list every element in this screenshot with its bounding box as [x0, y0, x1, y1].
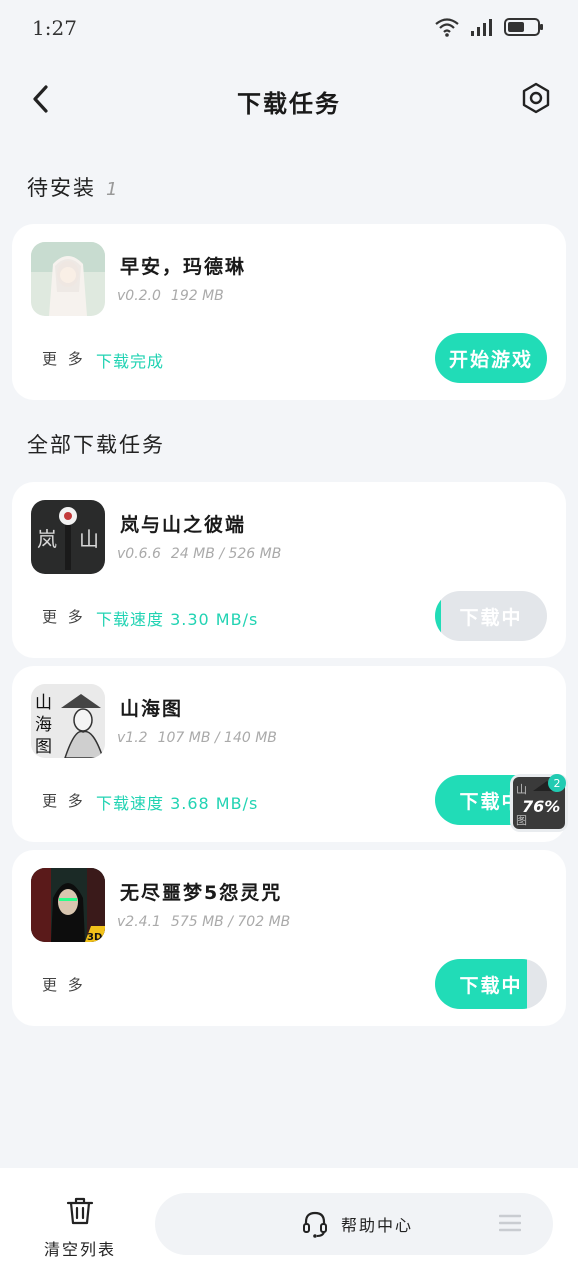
more-link[interactable]: 更 多 — [42, 974, 86, 995]
more-link[interactable]: 更 多 — [42, 790, 86, 811]
app-icon-shan-hai-tu: 山 海 图 — [31, 684, 105, 758]
help-center-content: 帮助中心 — [301, 1210, 413, 1238]
app-meta: v1.2 107 MB / 140 MB — [117, 730, 277, 746]
downloading-button[interactable]: 下载中 — [435, 959, 547, 1009]
settings-hexagon-icon — [522, 82, 550, 114]
svg-text:3D: 3D — [87, 932, 102, 942]
download-card[interactable]: 3D 无尽噩梦5怨灵咒 v2.4.1 575 MB / 702 MB 更 多 下载… — [12, 850, 566, 1026]
svg-text:山: 山 — [35, 693, 52, 713]
download-speed: 下载速度 3.30 MB/s — [96, 610, 259, 629]
app-version: v2.4.1 — [117, 914, 161, 930]
bottom-bar: 清空列表 帮助中心 — [0, 1168, 578, 1280]
downloading-label: 下载中 — [459, 974, 523, 997]
more-link[interactable]: 更 多 — [42, 606, 86, 627]
app-size: 24 MB / 526 MB — [170, 546, 282, 562]
help-center-label: 帮助中心 — [341, 1216, 414, 1235]
downloading-label: 下载中 — [459, 606, 523, 629]
wifi-icon — [435, 18, 459, 37]
download-speed: 下载速度 3.68 MB/s — [96, 794, 259, 813]
svg-text:图: 图 — [35, 737, 52, 757]
headset-icon — [303, 1211, 327, 1238]
downloading-button[interactable]: 下载中 — [435, 591, 547, 641]
svg-text:山: 山 — [79, 527, 99, 551]
signal-icon — [471, 19, 492, 36]
floating-download-widget[interactable]: 山 图 76% 2 — [510, 774, 568, 832]
app-meta: v0.6.6 24 MB / 526 MB — [117, 546, 281, 562]
pending-section-title: 待安装 1 — [27, 172, 119, 202]
pending-section-label: 待安装 — [27, 176, 96, 200]
app-size: 107 MB / 140 MB — [157, 730, 277, 746]
app-icon-madeline — [31, 242, 105, 316]
status-time: 1:27 — [32, 16, 77, 40]
all-section-title: 全部下载任务 — [27, 433, 165, 457]
app-size: 575 MB / 702 MB — [170, 914, 291, 930]
menu-icon[interactable] — [499, 1213, 521, 1233]
more-link[interactable]: 更 多 — [42, 348, 86, 369]
svg-text:山: 山 — [516, 783, 527, 796]
app-version: v0.6.6 — [117, 546, 161, 562]
download-card[interactable]: 山 海 图 山海图 v1.2 107 MB / 140 MB 更 多 下载速度 3… — [12, 666, 566, 842]
settings-button[interactable] — [518, 80, 554, 116]
app-name: 无尽噩梦5怨灵咒 — [120, 882, 283, 904]
help-center-button[interactable]: 帮助中心 — [155, 1193, 553, 1255]
app-name: 早安，玛德琳 — [120, 256, 247, 278]
app-version: v0.2.0 — [117, 288, 161, 304]
pending-count: 1 — [106, 179, 120, 200]
app-name: 岚与山之彼端 — [120, 514, 247, 536]
status-bar: 1:27 — [0, 0, 578, 58]
start-game-button[interactable]: 开始游戏 — [435, 333, 547, 383]
floating-percent: 76% — [522, 797, 560, 816]
clear-list-label: 清空列表 — [43, 1240, 116, 1259]
app-icon-nightmare: 3D — [31, 868, 105, 942]
clear-list-button[interactable]: 清空列表 — [38, 1196, 122, 1259]
header: 下载任务 — [0, 70, 578, 130]
app-version: v1.2 — [117, 730, 148, 746]
app-meta: v0.2.0 192 MB — [117, 288, 224, 304]
app-name: 山海图 — [120, 698, 184, 720]
battery-icon — [504, 18, 543, 36]
status-icons — [434, 16, 544, 38]
download-status: 下载完成 — [96, 352, 165, 371]
download-card[interactable]: 岚 山 岚与山之彼端 v0.6.6 24 MB / 526 MB 更 多 下载速度… — [12, 482, 566, 658]
app-size: 192 MB — [170, 288, 224, 304]
trash-icon — [66, 1197, 94, 1225]
app-icon-lan-yu-shan: 岚 山 — [31, 500, 105, 574]
floating-badge: 2 — [548, 774, 566, 792]
start-game-label: 开始游戏 — [448, 348, 533, 371]
svg-text:海: 海 — [35, 715, 52, 735]
pending-card[interactable]: 早安，玛德琳 v0.2.0 192 MB 更 多 下载完成 开始游戏 — [12, 224, 566, 400]
svg-text:岚: 岚 — [37, 527, 57, 551]
page-title: 下载任务 — [237, 90, 341, 118]
app-meta: v2.4.1 575 MB / 702 MB — [117, 914, 290, 930]
progress-fill — [435, 591, 441, 641]
